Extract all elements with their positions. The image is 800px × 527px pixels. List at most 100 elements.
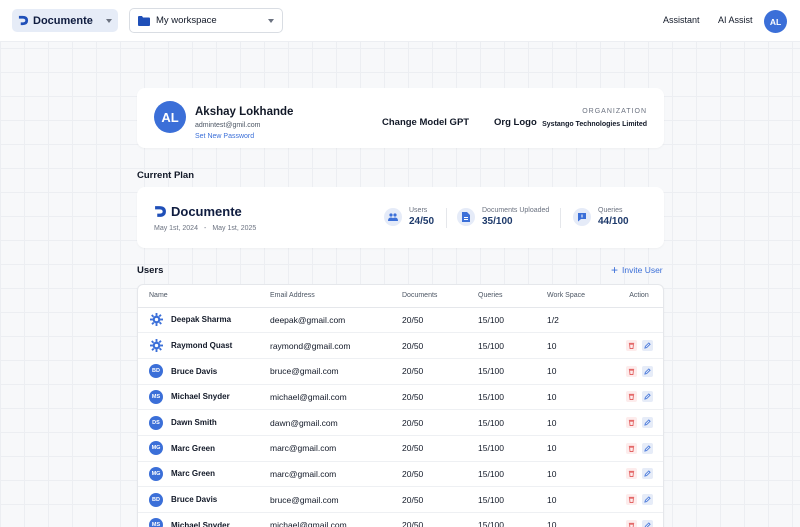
profile-avatar: AL [154, 101, 186, 133]
nav-assistant[interactable]: Assistant [663, 15, 700, 25]
change-model-button[interactable]: Change Model GPT [382, 117, 469, 128]
edit-icon[interactable] [641, 468, 653, 480]
edit-icon[interactable] [641, 340, 653, 352]
user-initials-avatar: MS [149, 518, 163, 527]
cell-documents: 20/50 [402, 307, 478, 334]
cell-queries: 15/100 [478, 307, 547, 334]
user-initials-avatar: BD [149, 492, 163, 507]
user-cell: Deepak Sharma [149, 313, 270, 327]
chevron-down-icon [106, 18, 112, 23]
date-separator: - [203, 225, 207, 232]
stat-documents-label: Documents Uploaded [482, 207, 550, 214]
edit-icon[interactable] [641, 442, 653, 454]
cell-workspace: 10 [547, 486, 615, 513]
user-cell: DS Dawn Smith [149, 415, 270, 430]
cell-workspace: 10 [547, 409, 615, 436]
invite-user-label: Invite User [622, 265, 663, 275]
stat-documents-value: 35/100 [482, 216, 513, 227]
edit-icon[interactable] [641, 494, 653, 506]
plan-end-date: May 1st, 2025 [212, 225, 257, 232]
cell-documents: 20/50 [402, 461, 478, 488]
user-name: Michael Snyder [171, 392, 230, 402]
divider [446, 208, 447, 228]
cell-queries: 15/100 [478, 512, 547, 527]
cell-workspace: 10 [547, 384, 615, 411]
table-row: MG Marc Green marc@gmail.com 20/50 15/10… [138, 461, 663, 488]
cell-queries: 15/100 [478, 358, 547, 385]
row-actions [625, 468, 653, 480]
cell-name: MS Michael Snyder [138, 384, 270, 411]
cell-documents: 20/50 [402, 512, 478, 527]
brand-name: Documente [33, 14, 93, 27]
edit-icon[interactable] [641, 365, 653, 377]
plan-start-date: May 1st, 2024 [154, 225, 198, 232]
top-bar: Documente My workspace Assistant AI Assi… [0, 0, 800, 42]
cell-name: MG Marc Green [138, 461, 270, 488]
cell-email: michael@gmail.com [270, 384, 402, 411]
edit-icon[interactable] [641, 417, 653, 429]
table-row: MS Michael Snyder michael@gmail.com 20/5… [138, 384, 663, 411]
column-header-name: Name [138, 285, 270, 308]
user-name: Bruce Davis [171, 495, 218, 505]
cell-action [615, 435, 663, 462]
workspace-dropdown[interactable]: My workspace [129, 8, 283, 33]
row-actions [625, 494, 653, 506]
table-row: DS Dawn Smith dawn@gmail.com 20/50 15/10… [138, 409, 663, 436]
delete-icon[interactable] [625, 365, 637, 377]
cell-queries: 15/100 [478, 461, 547, 488]
cell-queries: 15/100 [478, 409, 547, 436]
cell-email: deepak@gmail.com [270, 307, 402, 334]
plan-brand: Documente [154, 204, 242, 219]
table-row: Raymond Quast raymond@gmail.com 20/50 15… [138, 332, 663, 359]
set-new-password-link[interactable]: Set New Password [195, 133, 254, 140]
stat-queries: Queries 44/100 [573, 207, 629, 227]
table-row: Deepak Sharma deepak@gmail.com 20/50 15/… [138, 307, 663, 334]
users-icon [384, 208, 402, 226]
edit-icon[interactable] [641, 391, 653, 403]
org-logo-button[interactable]: Org Logo [494, 117, 537, 128]
stat-users-value: 24/50 [409, 216, 435, 227]
folder-icon [138, 15, 150, 26]
row-actions [625, 365, 653, 377]
row-actions [625, 442, 653, 454]
delete-icon[interactable] [625, 340, 637, 352]
user-initials-avatar: BD [149, 364, 163, 379]
stat-documents: Documents Uploaded 35/100 [457, 207, 549, 227]
profile-card: AL Akshay Lokhande admintest@gmil.com Se… [137, 88, 664, 148]
cell-queries: 15/100 [478, 332, 547, 359]
delete-icon[interactable] [625, 391, 637, 403]
column-header-email: Email Address [270, 285, 402, 308]
user-cell: BD Bruce Davis [149, 364, 270, 379]
delete-icon[interactable] [625, 442, 637, 454]
documente-logo-icon [155, 206, 166, 217]
edit-icon[interactable] [641, 519, 653, 527]
cell-email: bruce@gmail.com [270, 486, 402, 513]
cell-documents: 20/50 [402, 358, 478, 385]
delete-icon[interactable] [625, 494, 637, 506]
user-avatar[interactable]: AL [764, 10, 787, 33]
stat-users-label: Users [409, 207, 428, 214]
delete-icon[interactable] [625, 519, 637, 527]
user-name: Marc Green [171, 443, 216, 453]
delete-icon[interactable] [625, 468, 637, 480]
cell-name: MS Michael Snyder [138, 512, 270, 527]
stat-queries-value: 44/100 [598, 216, 629, 227]
gear-avatar-icon [149, 313, 163, 327]
delete-icon[interactable] [625, 417, 637, 429]
cell-workspace: 10 [547, 461, 615, 488]
column-header-queries: Queries [478, 285, 547, 308]
user-cell: MS Michael Snyder [149, 518, 270, 527]
gear-avatar-icon [149, 339, 163, 353]
user-cell: BD Bruce Davis [149, 492, 270, 507]
cell-email: michael@gmail.com [270, 512, 402, 527]
invite-user-button[interactable]: + Invite User [611, 264, 663, 276]
column-header-documents: Documents [402, 285, 478, 308]
user-name: Dawn Smith [171, 418, 217, 428]
user-cell: Raymond Quast [149, 339, 270, 353]
nav-ai-assist[interactable]: AI Assist [718, 15, 753, 25]
brand-dropdown[interactable]: Documente [12, 9, 118, 32]
cell-action [615, 461, 663, 488]
user-initials-avatar: MG [149, 441, 163, 456]
user-cell: MG Marc Green [149, 466, 270, 481]
table-row: MG Marc Green marc@gmail.com 20/50 15/10… [138, 435, 663, 462]
